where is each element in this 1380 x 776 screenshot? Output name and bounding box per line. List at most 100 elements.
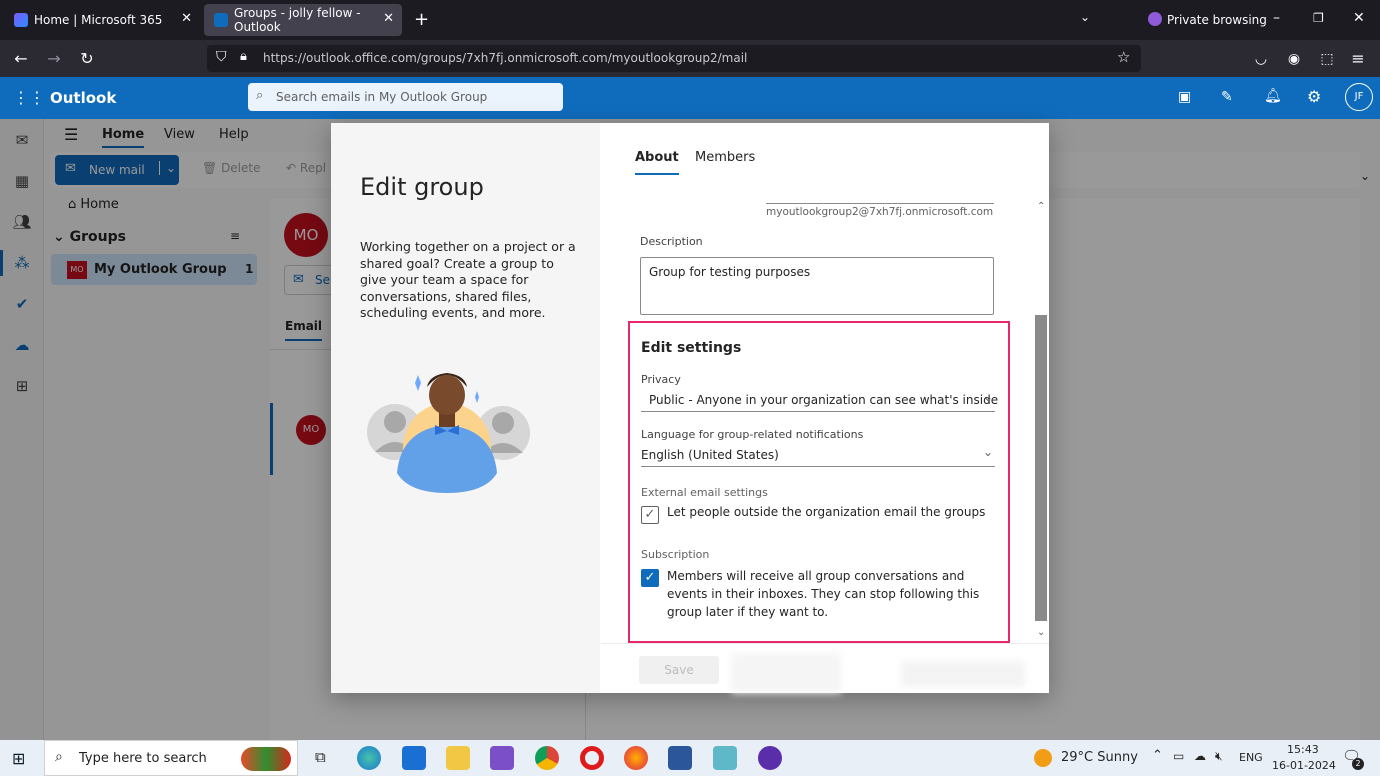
app-launcher-icon[interactable]: ⋮⋮ xyxy=(13,88,45,107)
privacy-value: Public - Anyone in your organization can… xyxy=(649,393,999,407)
bookmark-star-icon[interactable]: ☆ xyxy=(1117,48,1130,66)
group-illustration-icon xyxy=(367,373,530,493)
scrollbar-thumb[interactable] xyxy=(1035,315,1047,621)
external-email-checkbox[interactable]: ✓ xyxy=(641,506,659,524)
group-email-address: myoutlookgroup2@7xh7fj.onmicrosoft.com xyxy=(766,206,994,218)
battery-icon[interactable]: ▭ xyxy=(1173,749,1184,763)
save-button[interactable]: Save xyxy=(639,656,719,684)
file-explorer-icon[interactable] xyxy=(446,746,470,770)
gear-icon[interactable]: ⚙ xyxy=(1307,87,1321,106)
volume-muted-icon[interactable]: 🔇︎ xyxy=(1215,749,1223,764)
browser-tab-bar: Home | Microsoft 365 ✕ Groups - jolly fe… xyxy=(0,0,1380,40)
url-text[interactable]: https://outlook.office.com/groups/7xh7fj… xyxy=(263,51,747,65)
edit-settings-section: Edit settings Privacy Public - Anyone in… xyxy=(628,321,1010,643)
account-icon[interactable]: ◉ xyxy=(1283,48,1305,70)
edge-icon[interactable] xyxy=(357,746,381,770)
pocket-icon[interactable]: ◡ xyxy=(1250,48,1272,70)
firefox-private-icon[interactable] xyxy=(758,746,782,770)
new-tab-plus-icon[interactable]: + xyxy=(414,9,429,30)
language-value: English (United States) xyxy=(641,448,779,462)
scrollbar[interactable]: ⌃ ⌄ xyxy=(1035,201,1047,641)
teams-icon[interactable]: ▣ xyxy=(1178,89,1191,105)
tab-about[interactable]: About xyxy=(635,150,679,175)
chevron-down-icon: ⌄ xyxy=(982,445,993,459)
subscription-checkbox[interactable]: ✓ xyxy=(641,569,659,587)
dialog-title: Edit group xyxy=(360,173,484,201)
reload-icon[interactable]: ↻ xyxy=(76,48,98,70)
blurred-button xyxy=(731,653,841,693)
privacy-dropdown[interactable]: Public - Anyone in your organization can… xyxy=(641,390,999,412)
language-label: Language for group-related notifications xyxy=(641,428,864,441)
chrome-icon[interactable] xyxy=(535,746,559,770)
dialog-intro-panel: Edit group Working together on a project… xyxy=(331,123,600,693)
bell-icon[interactable]: 🔔︎ xyxy=(1264,88,1282,104)
url-bar[interactable]: ⛉ 🔒︎ https://outlook.office.com/groups/7… xyxy=(207,45,1141,72)
language-dropdown[interactable]: English (United States) ⌄ xyxy=(641,445,995,467)
tab-home-m365[interactable]: Home | Microsoft 365 ✕ xyxy=(4,4,200,36)
outlook-header: ⋮⋮ Outlook ⌕ Search emails in My Outlook… xyxy=(0,77,1380,119)
clock-time[interactable]: 15:43 xyxy=(1287,743,1319,756)
search-placeholder: Search emails in My Outlook Group xyxy=(276,90,488,104)
edit-group-dialog: Edit group Working together on a project… xyxy=(331,123,1049,693)
close-tab-icon[interactable]: ✕ xyxy=(181,11,192,26)
weather-text[interactable]: 29°C Sunny xyxy=(1061,750,1138,765)
search-icon: ⌕ xyxy=(256,88,264,103)
settings-title: Edit settings xyxy=(641,340,742,356)
subscription-option: Members will receive all group conversat… xyxy=(667,569,980,619)
lock-icon[interactable]: 🔒︎ xyxy=(240,49,247,64)
outlook-icon xyxy=(214,13,228,27)
clock-date[interactable]: 16-01-2024 xyxy=(1272,759,1336,772)
taskbar-search[interactable]: ⌕ Type here to search xyxy=(44,740,298,776)
menu-hamburger-icon[interactable]: ≡ xyxy=(1347,48,1369,70)
search-icon: ⌕ xyxy=(55,749,63,765)
description-field[interactable]: Group for testing purposes xyxy=(640,257,994,315)
tasks-icon[interactable]: ✎ xyxy=(1221,89,1233,105)
task-view-icon[interactable]: ⧉ xyxy=(315,748,326,766)
minimize-icon[interactable]: – xyxy=(1273,10,1280,26)
scroll-down-chevron-icon[interactable]: ⌄ xyxy=(1037,627,1045,638)
close-tab-icon[interactable]: ✕ xyxy=(383,11,394,26)
description-value: Group for testing purposes xyxy=(649,265,811,279)
forward-arrow-icon[interactable]: → xyxy=(43,48,65,70)
opera-icon[interactable] xyxy=(580,746,604,770)
shield-icon[interactable]: ⛉ xyxy=(216,49,227,65)
extensions-icon[interactable]: ⬚ xyxy=(1316,48,1338,70)
private-browsing-label: Private browsing xyxy=(1167,13,1267,27)
m365-icon xyxy=(14,13,28,27)
taskbar-search-placeholder: Type here to search xyxy=(79,751,207,766)
email-field-underline xyxy=(766,203,994,204)
restore-icon[interactable]: ❐ xyxy=(1313,11,1324,25)
tab-title: Groups - jolly fellow - Outlook xyxy=(234,6,361,34)
list-tabs-chevron-icon[interactable]: ⌄ xyxy=(1080,10,1090,24)
avatar[interactable]: JF xyxy=(1345,83,1373,111)
windows-taskbar: ⊞ ⌕ Type here to search ⧉ 29°C Sunny ⌃ ▭… xyxy=(0,740,1380,776)
private-mask-icon xyxy=(1148,12,1162,26)
network-icon[interactable]: ☁ xyxy=(1194,749,1206,763)
app-name: Outlook xyxy=(50,89,117,107)
tab-title: Home | Microsoft 365 xyxy=(34,13,163,27)
scroll-up-chevron-icon[interactable]: ⌃ xyxy=(1037,201,1045,212)
subscription-label: Subscription xyxy=(641,548,710,561)
notification-count: 2 xyxy=(1352,758,1364,770)
firefox-icon[interactable] xyxy=(624,746,648,770)
tab-members[interactable]: Members xyxy=(695,150,755,165)
description-label: Description xyxy=(640,235,703,248)
blurred-button xyxy=(901,661,1025,687)
input-language[interactable]: ENG xyxy=(1239,751,1263,764)
tray-chevron-up-icon[interactable]: ⌃ xyxy=(1152,748,1163,763)
mail-app-icon[interactable] xyxy=(402,746,426,770)
back-arrow-icon[interactable]: ← xyxy=(10,48,32,70)
word-icon[interactable] xyxy=(668,746,692,770)
close-window-icon[interactable]: ✕ xyxy=(1353,10,1365,26)
external-email-option: Let people outside the organization emai… xyxy=(667,505,986,519)
external-label: External email settings xyxy=(641,486,768,499)
chevron-down-icon: ⌄ xyxy=(982,390,993,404)
search-highlight-icon xyxy=(241,747,291,771)
privacy-label: Privacy xyxy=(641,373,681,386)
search-input[interactable]: ⌕ Search emails in My Outlook Group xyxy=(248,83,563,111)
windows-start-icon[interactable]: ⊞ xyxy=(12,749,25,768)
tab-outlook-groups[interactable]: Groups - jolly fellow - Outlook ✕ xyxy=(204,4,402,36)
visual-studio-icon[interactable] xyxy=(490,746,514,770)
notepad-icon[interactable] xyxy=(713,746,737,770)
dialog-intro-text: Working together on a project or a share… xyxy=(360,239,576,320)
